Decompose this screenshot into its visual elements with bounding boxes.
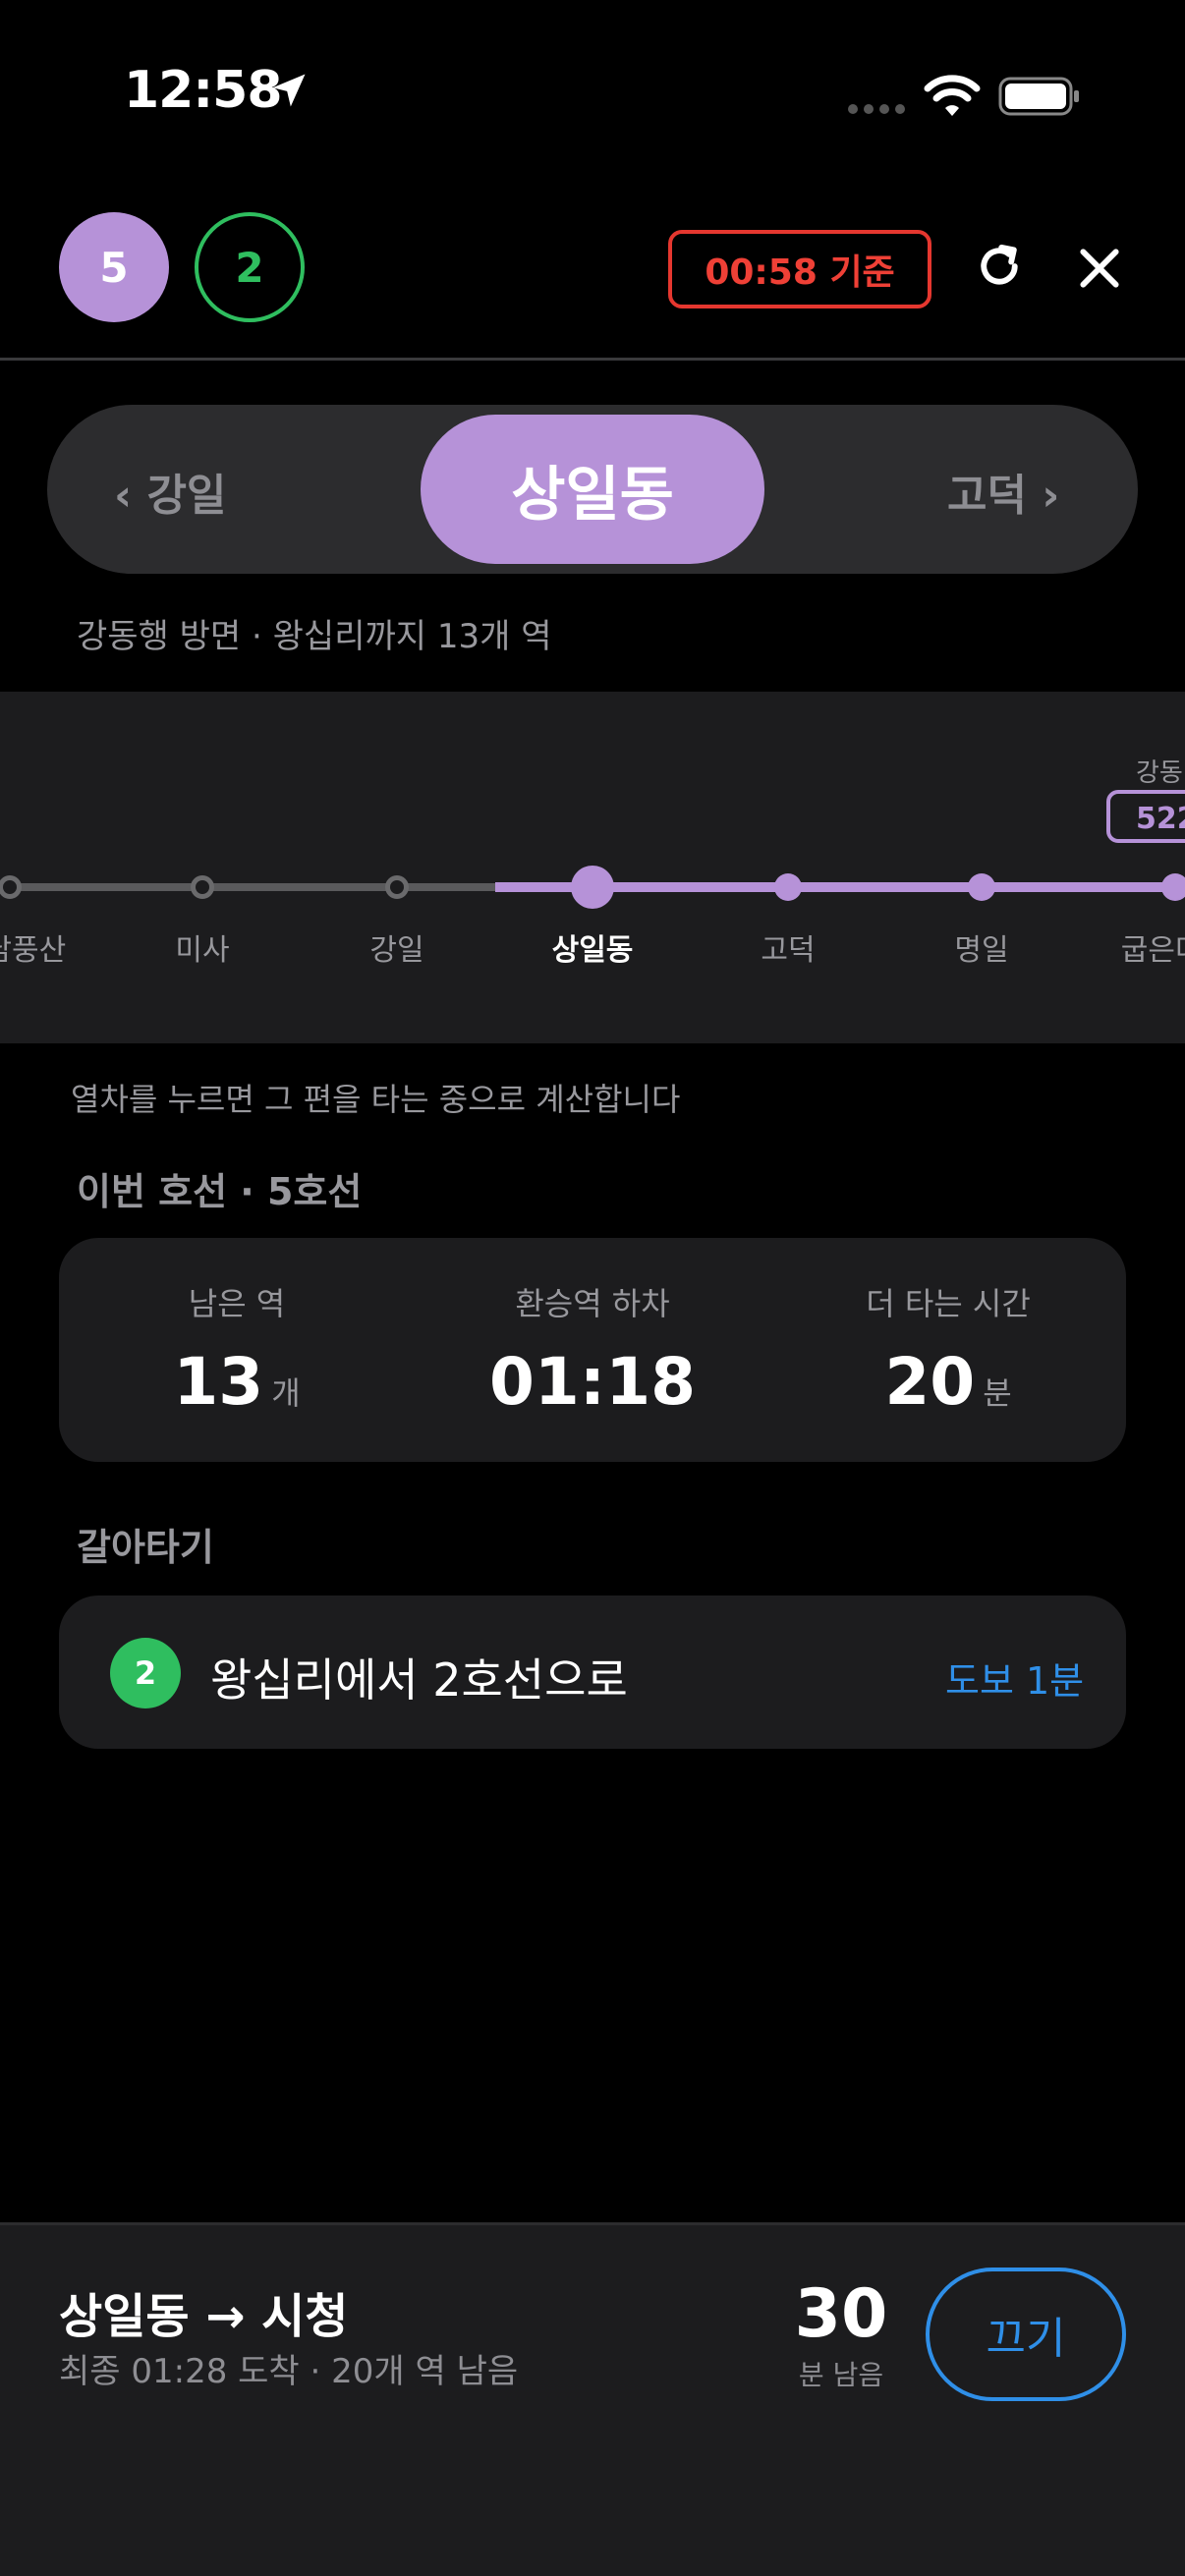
station-dot xyxy=(1161,873,1185,901)
train-marker[interactable]: 522 xyxy=(1106,790,1185,843)
close-icon[interactable] xyxy=(1075,244,1124,293)
line-2-badge[interactable]: 2 xyxy=(195,212,305,322)
remaining-minutes: 30 xyxy=(794,2275,888,2353)
trip-title: 상일동 → 시청 xyxy=(59,2289,349,2344)
line-5-badge[interactable]: 5 xyxy=(59,212,169,322)
stat-value: 01:18 xyxy=(488,1344,697,1420)
station-dot xyxy=(385,875,409,899)
station-dot xyxy=(191,875,214,899)
location-arrow-icon xyxy=(272,74,306,107)
line-section-title: 이번 호선 · 5호선 xyxy=(77,1170,363,1213)
transfer-line-badge: 2 xyxy=(110,1638,181,1708)
hint-text: 열차를 누르면 그 편을 타는 중으로 계산합니다 xyxy=(71,1081,681,1118)
reference-time-badge: 00:58 기준 xyxy=(668,230,931,308)
stat-ride-time: 더 타는 시간 20 분 xyxy=(786,1279,1110,1420)
header-divider xyxy=(0,358,1185,361)
station-label[interactable]: 미사 xyxy=(175,925,229,969)
direction-info: 강동행 방면 · 왕십리까지 13개 역 xyxy=(77,617,552,656)
stat-unit: 개 xyxy=(271,1374,301,1412)
arrival-info: 최종 01:28 도착 · 20개 역 남음 xyxy=(59,2352,519,2391)
stop-button[interactable]: 끄기 xyxy=(926,2268,1126,2401)
remaining-label: 분 남음 xyxy=(798,2359,884,2391)
route-track-passed xyxy=(0,883,495,891)
cellular-signal-icon xyxy=(848,104,905,114)
stat-value: 20 xyxy=(884,1344,976,1420)
stat-label: 환승역 하차 xyxy=(515,1285,670,1322)
station-label[interactable]: 고덕 xyxy=(761,925,815,969)
stat-value: 13 xyxy=(173,1344,264,1420)
station-label-current[interactable]: 상일동 xyxy=(552,925,634,969)
prev-station-button[interactable]: ‹ 강일 xyxy=(114,460,226,523)
station-dot xyxy=(774,873,802,901)
stat-label: 남은 역 xyxy=(188,1285,286,1322)
train-direction: 강동 xyxy=(1136,758,1183,788)
walk-time: 도보 1분 xyxy=(945,1659,1085,1703)
stat-label: 더 타는 시간 xyxy=(866,1285,1031,1322)
station-dot xyxy=(968,873,995,901)
station-label[interactable]: 굽은다리 xyxy=(1121,925,1185,969)
station-label[interactable]: 명일 xyxy=(954,925,1008,969)
stat-transfer-arrival: 환승역 하차 01:18 xyxy=(430,1279,755,1420)
stat-remaining-stations: 남은 역 13 개 xyxy=(75,1279,399,1420)
transfer-section-title: 갈아타기 xyxy=(77,1526,214,1569)
station-label[interactable]: 강일 xyxy=(369,925,423,969)
battery-icon xyxy=(998,77,1079,116)
stat-unit: 분 xyxy=(983,1374,1012,1412)
refresh-icon[interactable] xyxy=(973,240,1026,293)
status-time: 12:58 xyxy=(124,61,283,120)
current-station-dot xyxy=(571,866,614,909)
wifi-icon xyxy=(924,75,981,116)
current-station: 상일동 xyxy=(421,415,764,564)
next-station-button[interactable]: 고덕 › xyxy=(947,460,1059,523)
transfer-text: 왕십리에서 2호선으로 xyxy=(210,1653,628,1707)
station-label[interactable]: 하남풍산 xyxy=(0,925,66,969)
